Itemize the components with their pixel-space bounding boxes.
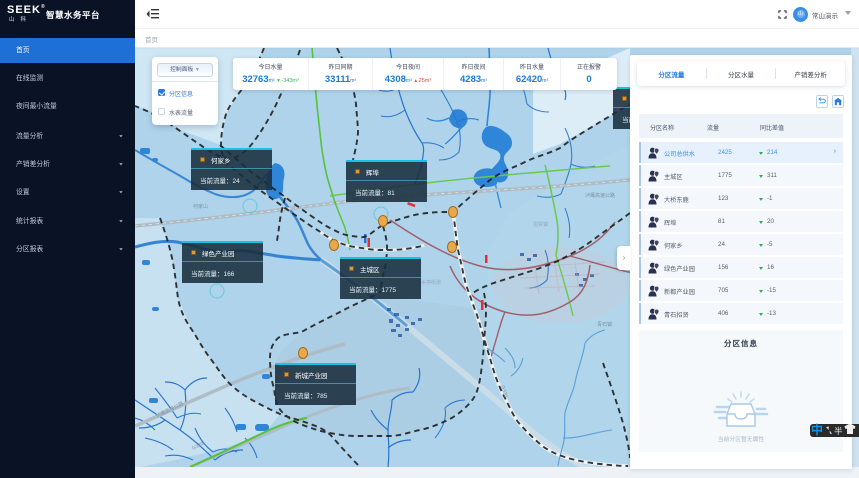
- svg-text:水亭街道: 水亭街道: [421, 279, 441, 286]
- svg-text:何家山: 何家山: [193, 203, 208, 210]
- svg-text:泸鹰高速公路: 泸鹰高速公路: [585, 192, 615, 199]
- svg-text:青石镇: 青石镇: [597, 321, 612, 328]
- svg-text:招贤镇: 招贤镇: [533, 221, 548, 228]
